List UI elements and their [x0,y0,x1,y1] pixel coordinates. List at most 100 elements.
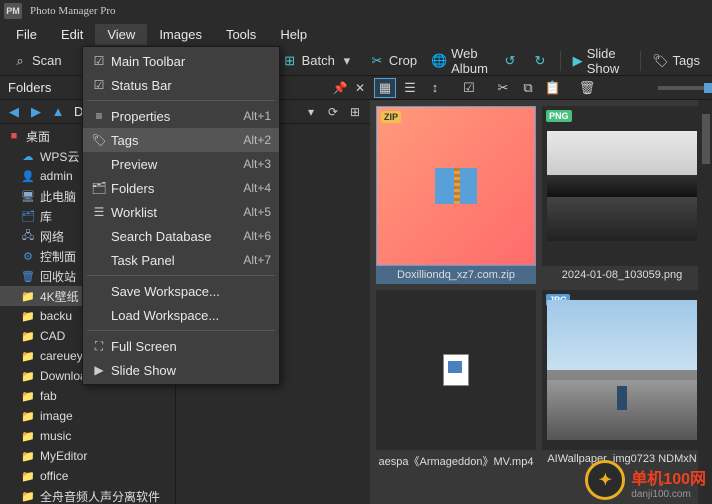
desktop-icon: ■ [6,129,22,143]
menu-save-workspace[interactable]: Save Workspace... [83,279,279,303]
library-icon: 🗂 [20,209,36,223]
folders-icon: 🗂 [87,181,111,195]
menu-slide-show[interactable]: ▶Slide Show [83,358,279,382]
delete-icon[interactable]: 🗑 [576,78,598,98]
folder-icon: 📁 [20,409,36,423]
dropdown-icon: ▾ [339,53,355,69]
user-icon: 👤 [20,169,36,183]
thumb-item[interactable]: ZIP Doxilliondq_xz7.com.zip [376,106,536,284]
zip-icon [435,168,477,204]
view-menu-dropdown: ☑Main Toolbar ☑Status Bar ≡PropertiesAlt… [82,46,280,385]
thumb-caption: Doxilliondq_xz7.com.zip [376,266,536,284]
cut-icon[interactable]: ✂ [492,78,514,98]
checkbox-checked-icon: ☑ [87,78,111,92]
tags-button[interactable]: 🏷Tags [649,51,704,71]
copy-icon[interactable]: ⧉ [517,78,539,98]
view-list-icon[interactable]: ☰ [399,78,421,98]
webalbum-button[interactable]: 🌐Web Album [427,44,492,78]
thumb-item[interactable]: aespa《Armageddon》MV.mp4 [376,290,536,472]
menu-file[interactable]: File [4,24,49,45]
menu-tools[interactable]: Tools [214,24,268,45]
batch-icon: ⊞ [282,53,298,69]
menu-task-panel[interactable]: Task PanelAlt+7 [83,248,279,272]
batch-button[interactable]: ⊞Batch▾ [278,51,359,71]
thumbnail-toolbar: ▦ ☰ ↕ ☑ ✂ ⧉ 📋 🗑 [370,76,712,100]
folder-icon: 📁 [20,389,36,403]
menu-view[interactable]: View [95,24,147,45]
sort-icon[interactable]: ↕ [424,78,446,98]
thumb-caption: 2024-01-08_103059.png [542,266,702,284]
cloud-icon: ☁ [20,149,36,163]
folder-icon: 📁 [20,369,36,383]
thumb-item[interactable]: PNG 2024-01-08_103059.png [542,106,702,284]
network-icon: 🖧 [20,229,36,243]
menu-full-screen[interactable]: ⛶Full Screen [83,334,279,358]
menu-search-db[interactable]: Search DatabaseAlt+6 [83,224,279,248]
folder-icon: 📁 [20,469,36,483]
menu-edit[interactable]: Edit [49,24,95,45]
folder-icon: 📁 [20,489,36,503]
image-preview [547,300,697,440]
tree-last[interactable]: 📁全舟音频人声分离软件 [0,486,175,504]
tree-image[interactable]: 📁image [0,406,175,426]
folder-icon: 📁 [20,349,36,363]
dropdown-icon[interactable]: ▾ [302,103,320,121]
scan-button[interactable]: ⌕Scan [8,51,66,71]
settings-icon[interactable]: ⊞ [346,103,364,121]
nav-fwd-icon[interactable]: ▶ [26,102,46,122]
tree-music[interactable]: 📁music [0,426,175,446]
thumb-size-slider[interactable] [658,86,708,90]
tree-myeditor[interactable]: 📁MyEditor [0,446,175,466]
close-pane-icon[interactable]: ✕ [350,78,370,98]
scan-icon: ⌕ [12,53,28,69]
select-all-icon[interactable]: ☑ [458,78,480,98]
file-icon [443,354,469,386]
thumb-caption: aespa《Armageddon》MV.mp4 [376,450,536,472]
tag-icon: 🏷 [87,133,111,147]
nav-back-icon[interactable]: ◀ [4,102,24,122]
app-logo: PM [4,3,22,19]
rotate-right-button[interactable]: ↻ [528,51,552,71]
recycle-icon: 🗑 [20,269,36,283]
titlebar: PM Photo Manager Pro [0,0,712,22]
folder-icon: 📁 [20,309,36,323]
menu-folders[interactable]: 🗂FoldersAlt+4 [83,176,279,200]
slideshow-icon: ▶ [87,363,111,377]
fullscreen-icon: ⛶ [87,339,111,354]
folder-icon: 📁 [20,429,36,443]
checkbox-checked-icon: ☑ [87,54,111,68]
menu-properties[interactable]: ≡PropertiesAlt+1 [83,104,279,128]
folder-icon: 📁 [20,449,36,463]
png-badge: PNG [546,110,572,122]
menu-worklist[interactable]: ☰WorklistAlt+5 [83,200,279,224]
tree-fab[interactable]: 📁fab [0,386,175,406]
paste-icon[interactable]: 📋 [542,78,564,98]
menu-help[interactable]: Help [268,24,319,45]
play-icon: ▶ [573,53,583,69]
pin-icon[interactable]: 📌 [330,78,350,98]
nav-up-icon[interactable]: ▲ [48,102,68,122]
pc-icon: 🖥 [20,189,36,203]
crop-button[interactable]: ✂Crop [365,51,421,71]
menu-tags[interactable]: 🏷TagsAlt+2 [83,128,279,152]
menu-preview[interactable]: PreviewAlt+3 [83,152,279,176]
menu-main-toolbar[interactable]: ☑Main Toolbar [83,49,279,73]
tree-office[interactable]: 📁office [0,466,175,486]
thumb-item[interactable]: JPG AIWallpaper_img0723 NDMxN [542,290,702,472]
folder-icon: 📁 [20,289,36,303]
slideshow-button[interactable]: ▶Slide Show [569,44,632,78]
view-thumbnails-icon[interactable]: ▦ [374,78,396,98]
refresh-icon[interactable]: ⟳ [324,103,342,121]
menu-status-bar[interactable]: ☑Status Bar [83,73,279,97]
thumb-caption: AIWallpaper_img0723 NDMxN [542,450,702,468]
properties-icon: ≡ [87,109,111,123]
image-preview [547,131,697,241]
crop-icon: ✂ [369,53,385,69]
folder-icon: 📁 [20,329,36,343]
menu-load-workspace[interactable]: Load Workspace... [83,303,279,327]
zip-badge: ZIP [381,111,401,123]
rotate-left-button[interactable]: ↺ [498,51,522,71]
menubar: File Edit View Images Tools Help [0,22,712,46]
menu-images[interactable]: Images [147,24,214,45]
app-title: Photo Manager Pro [30,5,116,17]
